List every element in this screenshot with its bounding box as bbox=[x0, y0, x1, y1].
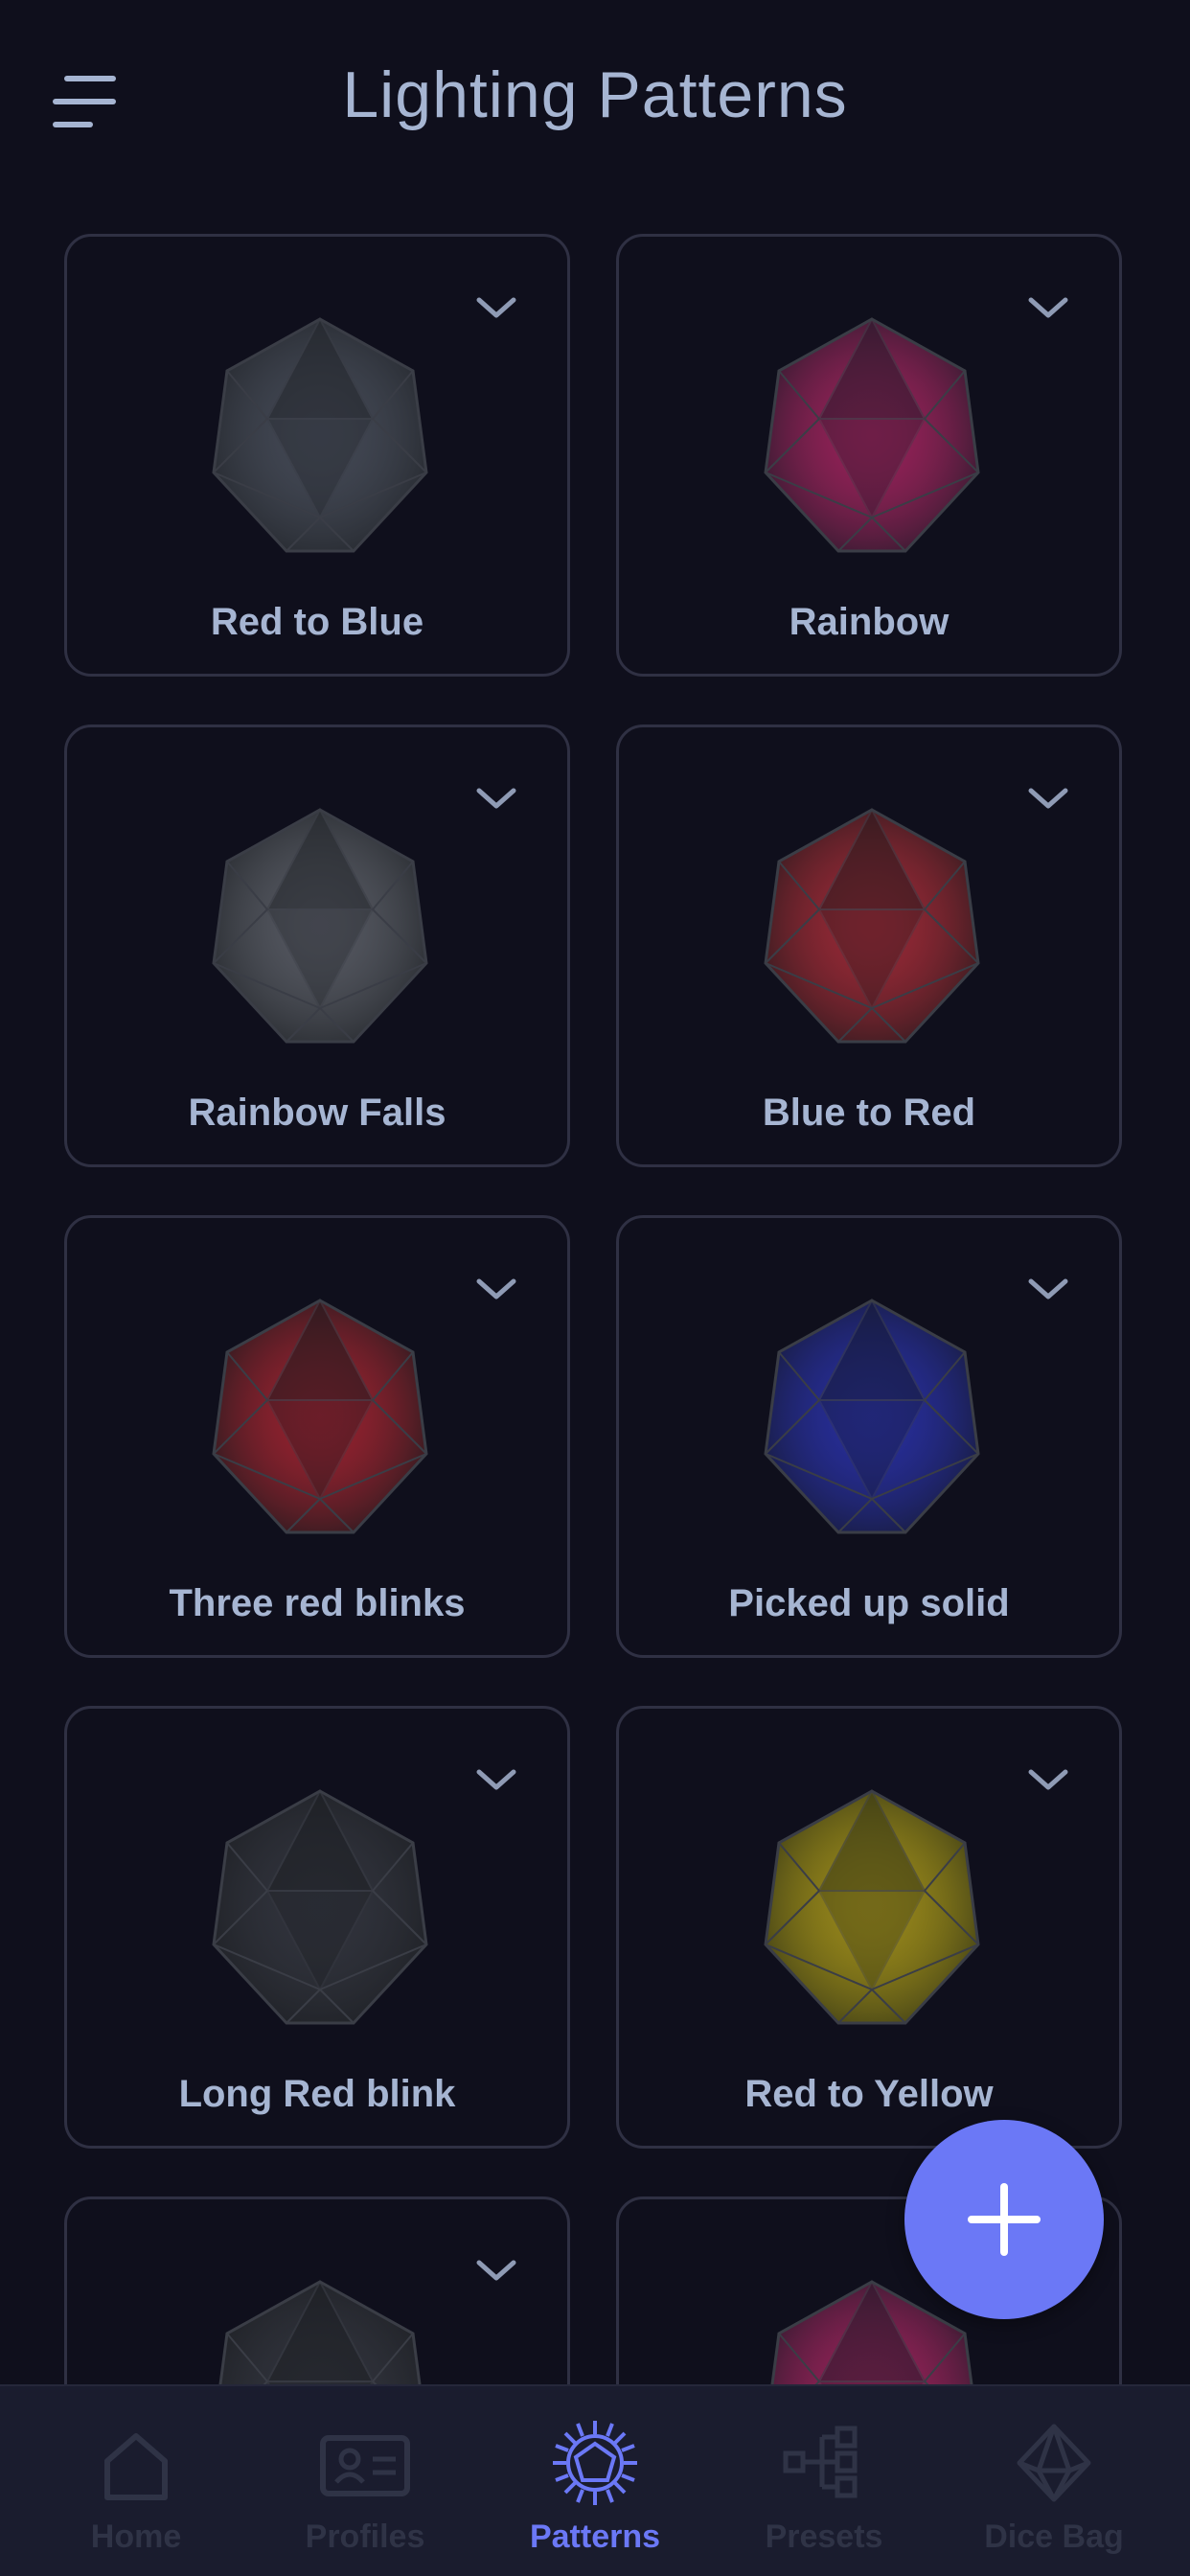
patterns-grid[interactable]: Red to Blue Rainbow Rainbow Falls Blue t… bbox=[0, 0, 1190, 2384]
pattern-label: Rainbow Falls bbox=[188, 1092, 446, 1134]
pattern-card[interactable]: Blue to Red bbox=[616, 724, 1122, 1167]
d20-dice-image bbox=[752, 802, 992, 1051]
top-app-bar: Lighting Patterns bbox=[0, 0, 1190, 201]
chevron-down-icon[interactable] bbox=[473, 1274, 519, 1304]
d20-dice-image bbox=[200, 1293, 440, 1542]
nav-label: Dice Bag bbox=[984, 2518, 1124, 2555]
dice-bag-icon bbox=[1017, 2424, 1091, 2502]
d20-dice-image bbox=[200, 2274, 440, 2384]
bottom-navigation: Home Profiles Patterns Presets Dice Bag bbox=[0, 2384, 1190, 2576]
chevron-down-icon[interactable] bbox=[473, 2255, 519, 2286]
nav-profiles[interactable]: Profiles bbox=[246, 2386, 484, 2576]
plus-icon bbox=[968, 2183, 1041, 2256]
home-icon bbox=[104, 2433, 168, 2500]
pattern-card[interactable]: Long Red blink bbox=[64, 1706, 570, 2149]
d20-dice-image bbox=[752, 1293, 992, 1542]
pattern-card[interactable]: Three red blinks bbox=[64, 1215, 570, 1658]
page-title: Lighting Patterns bbox=[342, 58, 848, 131]
pattern-label: Long Red blink bbox=[178, 2073, 456, 2115]
add-pattern-button[interactable] bbox=[904, 2120, 1104, 2319]
chevron-down-icon[interactable] bbox=[1025, 1764, 1071, 1795]
pattern-label: Picked up solid bbox=[728, 1582, 1010, 1624]
d20-dice-image bbox=[752, 311, 992, 561]
pattern-card[interactable] bbox=[64, 2196, 570, 2384]
chevron-down-icon[interactable] bbox=[1025, 292, 1071, 323]
chevron-down-icon[interactable] bbox=[473, 783, 519, 814]
d20-dice-image bbox=[200, 1783, 440, 2033]
presets-icon bbox=[783, 2426, 858, 2498]
pattern-card[interactable]: Red to Blue bbox=[64, 234, 570, 677]
pattern-label: Three red blinks bbox=[169, 1582, 466, 1624]
nav-patterns[interactable]: Patterns bbox=[476, 2386, 714, 2576]
nav-label: Patterns bbox=[529, 2518, 661, 2555]
nav-dice-bag[interactable]: Dice Bag bbox=[935, 2386, 1173, 2576]
d20-dice-image bbox=[200, 311, 440, 561]
chevron-down-icon[interactable] bbox=[473, 1764, 519, 1795]
nav-label: Home bbox=[90, 2518, 182, 2555]
d20-dice-image bbox=[752, 1783, 992, 2033]
pattern-label: Red to Blue bbox=[210, 601, 424, 643]
nav-label: Profiles bbox=[305, 2518, 425, 2555]
pattern-label: Blue to Red bbox=[762, 1092, 976, 1134]
pattern-label: Rainbow bbox=[789, 601, 950, 643]
nav-presets[interactable]: Presets bbox=[705, 2386, 943, 2576]
chevron-down-icon[interactable] bbox=[473, 292, 519, 323]
chevron-down-icon[interactable] bbox=[1025, 783, 1071, 814]
pattern-card[interactable]: Picked up solid bbox=[616, 1215, 1122, 1658]
patterns-icon bbox=[553, 2421, 637, 2505]
pattern-card[interactable]: Red to Yellow bbox=[616, 1706, 1122, 2149]
nav-label: Presets bbox=[765, 2518, 883, 2555]
d20-dice-image bbox=[200, 802, 440, 1051]
pattern-label: Red to Yellow bbox=[744, 2073, 994, 2115]
app-screen: Red to Blue Rainbow Rainbow Falls Blue t… bbox=[0, 0, 1190, 2576]
pattern-card[interactable]: Rainbow Falls bbox=[64, 724, 570, 1167]
chevron-down-icon[interactable] bbox=[1025, 1274, 1071, 1304]
pattern-card[interactable]: Rainbow bbox=[616, 234, 1122, 677]
profile-card-icon bbox=[320, 2435, 410, 2496]
nav-home[interactable]: Home bbox=[17, 2386, 255, 2576]
